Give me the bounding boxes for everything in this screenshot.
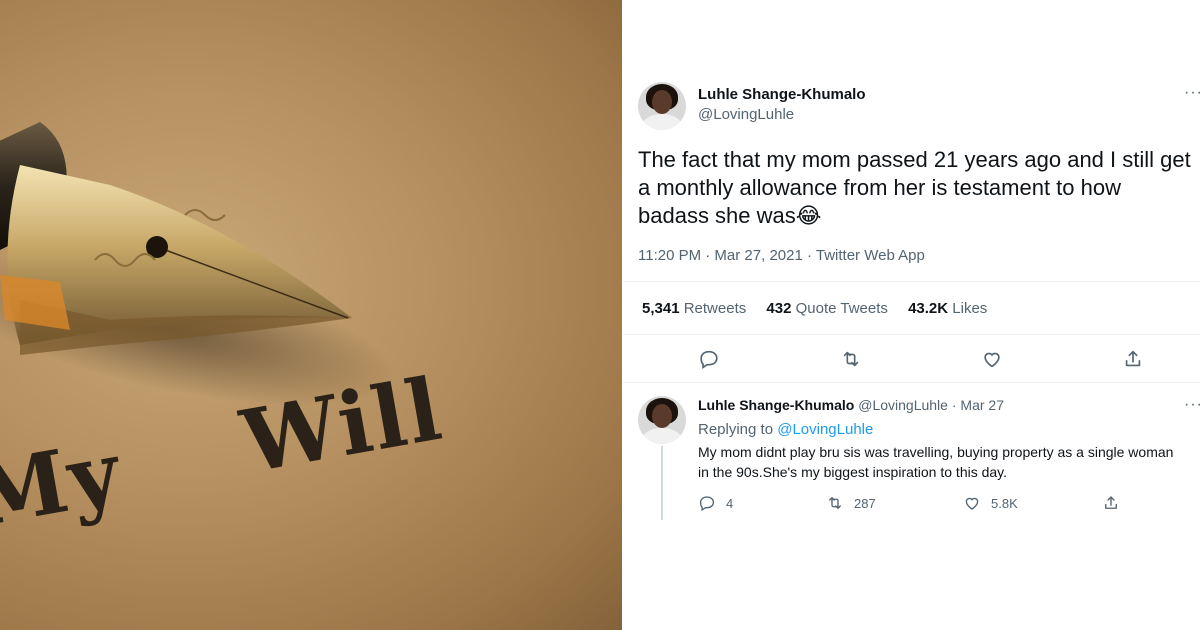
reply-more-options-icon[interactable]: ···: [1184, 396, 1200, 414]
retweet-icon: [829, 497, 841, 509]
reply-retweet-button[interactable]: 287: [826, 494, 876, 512]
like-count: 5.8K: [991, 495, 1018, 511]
retweet-icon[interactable]: [836, 344, 866, 374]
reply-date[interactable]: Mar 27: [960, 397, 1004, 413]
reply-like-button[interactable]: 5.8K: [963, 494, 1018, 512]
reply-count: 4: [726, 495, 734, 511]
retweets-stat[interactable]: 5,341 Retweets: [642, 300, 746, 317]
tweet-actions: [622, 344, 1200, 374]
author-name[interactable]: Luhle Shange-Khumalo: [698, 86, 866, 103]
reply-author-name[interactable]: Luhle Shange-Khumalo: [698, 397, 854, 413]
photo-fountain-pen-will: My Will: [0, 0, 622, 630]
author-avatar[interactable]: [638, 82, 686, 130]
like-icon[interactable]: [977, 344, 1007, 374]
reply-author-handle[interactable]: @LovingLuhle: [858, 397, 948, 413]
tweet-text: The fact that my mom passed 21 years ago…: [638, 147, 1191, 228]
pen-illustration: [0, 122, 396, 406]
reply-separator: ·: [951, 397, 957, 413]
retweet-count: 287: [854, 495, 876, 511]
divider: [622, 334, 1200, 335]
quote-tweets-stat[interactable]: 432 Quote Tweets: [766, 300, 887, 317]
reply-actions: 4 287 5.8K: [698, 494, 1158, 514]
reply-icon[interactable]: [694, 344, 724, 374]
reply-author-avatar[interactable]: [638, 396, 686, 444]
thread-line: [661, 446, 663, 520]
reply-share-button[interactable]: [1102, 494, 1120, 512]
reply-text: My mom didnt play bru sis was travelling…: [698, 444, 1174, 480]
divider: [622, 382, 1200, 383]
tweet-meta[interactable]: 11:20 PM · Mar 27, 2021 · Twitter Web Ap…: [638, 247, 925, 264]
replying-to-link[interactable]: @LovingLuhle: [777, 421, 873, 438]
reply-icon: [699, 496, 715, 512]
tweet-card: Luhle Shange-Khumalo @LovingLuhle ··· Th…: [622, 0, 1200, 630]
share-icon: [1105, 496, 1117, 509]
divider: [622, 281, 1200, 282]
tweet-stats: 5,341 Retweets 432 Quote Tweets 43.2K Li…: [642, 300, 1003, 317]
reply-header: Luhle Shange-Khumalo @LovingLuhle · Mar …: [698, 397, 1004, 413]
author-handle[interactable]: @LovingLuhle: [698, 106, 794, 123]
likes-stat[interactable]: 43.2K Likes: [908, 300, 987, 317]
reply-reply-button[interactable]: 4: [698, 494, 733, 512]
replying-prefix: Replying to: [698, 421, 774, 438]
share-icon[interactable]: [1118, 344, 1148, 374]
like-icon: [965, 497, 979, 510]
replying-to: Replying to @LovingLuhle: [698, 421, 873, 438]
more-options-icon[interactable]: ···: [1184, 84, 1200, 102]
